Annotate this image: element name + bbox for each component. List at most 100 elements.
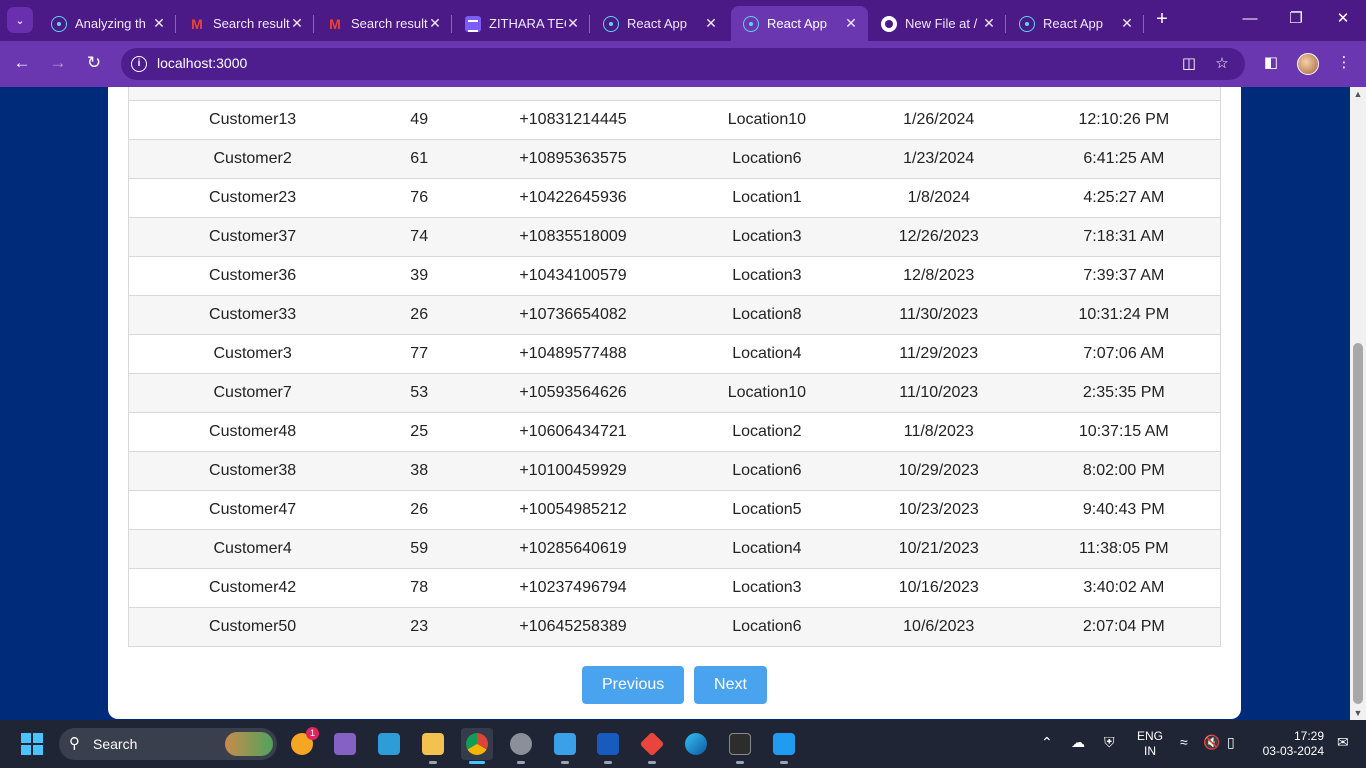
close-tab-icon[interactable]: ✕ bbox=[290, 15, 304, 32]
close-tab-icon[interactable]: ✕ bbox=[704, 15, 718, 32]
table-row: Customer48 25 +10606434721 Location2 11/8/20… bbox=[128, 412, 1221, 452]
taskbar-file-explorer[interactable] bbox=[417, 728, 449, 764]
scroll-down-icon[interactable]: ▼ bbox=[1353, 708, 1363, 718]
arrow-left-icon: ← bbox=[13, 53, 31, 72]
clock[interactable]: 17:29 03-03-2024 bbox=[1260, 729, 1324, 759]
cell-date: 11/8/2023 bbox=[849, 412, 1028, 452]
taskbar-word[interactable] bbox=[592, 728, 624, 764]
close-tab-icon[interactable]: ✕ bbox=[844, 15, 858, 32]
content-card: Customer13 49 +10831214445 Location10 1/26/2… bbox=[108, 87, 1241, 719]
scroll-up-icon[interactable]: ▲ bbox=[1353, 89, 1363, 99]
taskbar-edge[interactable] bbox=[680, 728, 712, 760]
cell-phone: +10606434721 bbox=[462, 412, 684, 452]
chevron-up-icon[interactable]: ⌃ bbox=[1041, 734, 1053, 751]
close-tab-icon[interactable]: ✕ bbox=[566, 15, 580, 32]
language-indicator[interactable]: ENG IN bbox=[1137, 729, 1163, 759]
tab-title: Search result bbox=[351, 16, 428, 31]
gear-icon bbox=[510, 733, 532, 755]
browser-tab[interactable]: M Search result ✕ bbox=[177, 6, 314, 41]
page-viewport: Customer13 49 +10831214445 Location10 1/26/2… bbox=[0, 87, 1350, 720]
browser-tab[interactable]: ZITHARA TEC ✕ bbox=[453, 6, 590, 41]
taskbar-app-installer[interactable] bbox=[373, 728, 405, 760]
close-tab-icon[interactable]: ✕ bbox=[1120, 15, 1134, 32]
close-tab-icon[interactable]: ✕ bbox=[428, 15, 442, 32]
taskbar-search[interactable]: ⚲ Search bbox=[59, 728, 277, 760]
url-field[interactable]: i localhost:3000 ◫ ☆ bbox=[121, 48, 1245, 80]
info-icon[interactable]: i bbox=[131, 56, 147, 72]
new-tab-button[interactable]: + bbox=[1150, 8, 1174, 32]
notification-icon[interactable]: ✉ bbox=[1337, 734, 1349, 751]
cell-age: 25 bbox=[376, 412, 463, 452]
close-window-button[interactable]: ✕ bbox=[1331, 8, 1355, 32]
cell-name: Customer37 bbox=[128, 217, 377, 257]
taskbar: ⚲ Search 1 ⌃ ☁ ⛨ ENG IN ≈ 🔇 ▯ 17:29 03-0… bbox=[0, 720, 1366, 768]
cell-phone bbox=[462, 87, 684, 101]
tab-search-button[interactable]: ⌄ bbox=[7, 7, 33, 33]
back-button[interactable]: ← bbox=[10, 52, 34, 76]
chevron-down-icon: ⌄ bbox=[15, 14, 25, 27]
close-tab-icon[interactable]: ✕ bbox=[982, 15, 996, 32]
taskbar-notepad[interactable] bbox=[549, 728, 581, 764]
tab-separator bbox=[589, 15, 590, 33]
volume-muted-icon[interactable]: 🔇 bbox=[1203, 734, 1220, 751]
wifi-icon[interactable]: ≈ bbox=[1180, 734, 1188, 750]
taskbar-vscode[interactable] bbox=[768, 728, 800, 764]
taskbar-weather-app[interactable]: 1 bbox=[286, 727, 319, 760]
git-icon bbox=[639, 731, 665, 757]
side-panel-icon[interactable]: ◧ bbox=[1259, 52, 1283, 76]
cell-age: 59 bbox=[376, 529, 463, 569]
restore-button[interactable]: ❐ bbox=[1284, 8, 1308, 32]
cell-age: 53 bbox=[376, 373, 463, 413]
cell-location: Location1 bbox=[683, 178, 850, 218]
browser-tab[interactable]: React App ✕ bbox=[591, 6, 728, 41]
taskbar-terminal[interactable] bbox=[724, 728, 756, 764]
cell-location: Location3 bbox=[683, 568, 850, 608]
profile-avatar[interactable] bbox=[1297, 53, 1319, 75]
taskbar-git-app[interactable] bbox=[636, 728, 668, 764]
gmail-icon: M bbox=[191, 15, 203, 32]
cloud-icon[interactable]: ☁ bbox=[1071, 734, 1085, 751]
browser-tab[interactable]: New File at / ✕ bbox=[869, 6, 1006, 41]
region-label: IN bbox=[1144, 744, 1156, 758]
tab-separator bbox=[1143, 15, 1144, 33]
cell-name: Customer4 bbox=[128, 529, 377, 569]
table-row: Customer3 77 +10489577488 Location4 11/29/20… bbox=[128, 334, 1221, 374]
url-text[interactable]: localhost:3000 bbox=[157, 55, 247, 71]
cell-name: Customer2 bbox=[128, 139, 377, 179]
vertical-scrollbar[interactable]: ▲ ▼ bbox=[1350, 87, 1366, 720]
cell-date: 10/23/2023 bbox=[849, 490, 1028, 530]
taskbar-settings[interactable] bbox=[505, 728, 537, 764]
windows-start-icon[interactable] bbox=[21, 733, 43, 755]
taskbar-chrome[interactable] bbox=[461, 728, 493, 764]
browser-tab[interactable]: Analyzing th ✕ bbox=[39, 6, 176, 41]
menu-dots-icon[interactable]: ⋮ bbox=[1332, 52, 1356, 76]
battery-icon[interactable]: ▯ bbox=[1227, 734, 1235, 751]
previous-button[interactable]: Previous bbox=[582, 666, 684, 704]
plus-icon: + bbox=[1156, 8, 1168, 30]
cell-time: 8:02:00 PM bbox=[1027, 451, 1221, 491]
scrollbar-thumb[interactable] bbox=[1353, 343, 1363, 704]
cell-phone: +10285640619 bbox=[462, 529, 684, 569]
browser-tab[interactable]: M Search result ✕ bbox=[315, 6, 452, 41]
browser-tab[interactable]: React App ✕ bbox=[1007, 6, 1144, 41]
language-label: ENG bbox=[1137, 729, 1164, 743]
forward-button[interactable]: → bbox=[46, 52, 70, 76]
cell-time: 4:25:27 AM bbox=[1027, 178, 1221, 218]
reload-button[interactable]: ↻ bbox=[82, 52, 106, 76]
browser-tab[interactable]: React App ✕ bbox=[731, 6, 868, 41]
taskbar-search-label: Search bbox=[93, 736, 138, 752]
star-icon[interactable]: ☆ bbox=[1211, 53, 1233, 75]
cell-date: 11/30/2023 bbox=[849, 295, 1028, 335]
next-button[interactable]: Next bbox=[694, 666, 767, 704]
shield-icon[interactable]: ⛨ bbox=[1104, 734, 1115, 751]
cell-date: 10/16/2023 bbox=[849, 568, 1028, 608]
table-row: Customer4 59 +10285640619 Location4 10/21/20… bbox=[128, 529, 1221, 569]
install-app-icon[interactable]: ◫ bbox=[1178, 53, 1200, 75]
minimize-button[interactable]: — bbox=[1238, 8, 1262, 32]
cell-time bbox=[1027, 87, 1221, 101]
cell-date: 1/23/2024 bbox=[849, 139, 1028, 179]
taskbar-visual-studio[interactable] bbox=[329, 728, 361, 760]
arrow-right-icon: → bbox=[49, 53, 67, 72]
close-tab-icon[interactable]: ✕ bbox=[152, 15, 166, 32]
cell-time: 10:31:24 PM bbox=[1027, 295, 1221, 335]
